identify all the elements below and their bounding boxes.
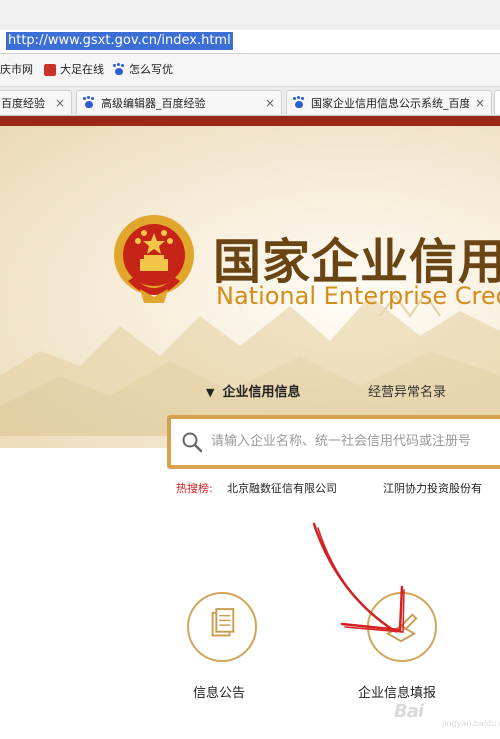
search-box[interactable] [167, 415, 500, 469]
info-notice-button[interactable] [187, 592, 257, 662]
site-title-english: National Enterprise Cred [216, 282, 500, 310]
baidu-paw-icon [293, 96, 305, 109]
hot-search-list: 热搜榜: 北京融数征信有限公司 江阴协力投资股份有 [0, 480, 500, 500]
hot-search-item[interactable]: 北京融数征信有限公司 [227, 480, 337, 496]
bookmark-item[interactable]: 庆市网 [0, 62, 33, 78]
baidu-paw-icon [83, 96, 95, 109]
tab-label: 百度经验 [1, 96, 45, 110]
hot-search-label: 热搜榜: [176, 482, 213, 495]
tab-strip: 百度经验 × 高级编辑器_百度经验 × 国家企业信用信息公示系统_百度 × [0, 87, 500, 116]
bookmark-label: 怎么写优 [129, 63, 173, 76]
search-input[interactable] [209, 425, 500, 457]
browser-tab[interactable]: 百度经验 × [0, 90, 72, 114]
address-bar[interactable]: http://www.gsxt.gov.cn/index.html [0, 30, 500, 54]
search-category-nav: 企业信用信息 经营异常名录 [0, 368, 500, 408]
edit-icon [385, 613, 418, 643]
hot-search-item[interactable]: 江阴协力投资股份有 [383, 480, 482, 496]
browser-tab[interactable] [494, 90, 500, 114]
tab-enterprise-credit-info[interactable]: 企业信用信息 [206, 381, 300, 400]
info-notice-label[interactable]: 信息公告 [193, 682, 245, 701]
url-text[interactable]: http://www.gsxt.gov.cn/index.html [6, 32, 233, 50]
baidu-watermark: Bai jingyan.baidu.com [388, 697, 500, 733]
bookmarks-bar: 庆市网 大足在线 怎么写优 [0, 54, 500, 87]
browser-tab[interactable]: 高级编辑器_百度经验 × [76, 90, 282, 114]
tab-label: 国家企业信用信息公示系统_百度 [311, 96, 469, 110]
close-icon[interactable]: × [55, 96, 65, 110]
close-icon[interactable]: × [475, 96, 485, 110]
tab-label: 高级编辑器_百度经验 [101, 96, 206, 110]
browser-tab[interactable]: 国家企业信用信息公示系统_百度 × [286, 90, 492, 114]
enterprise-info-filing-button[interactable] [367, 592, 437, 662]
site-favicon-icon [44, 64, 56, 76]
national-emblem-icon [114, 215, 194, 303]
document-icon [211, 608, 235, 637]
bookmark-item[interactable]: 怎么写优 [113, 62, 173, 78]
baidu-paw-icon [113, 64, 125, 76]
search-icon [182, 432, 203, 453]
tab-abnormal-operations-list[interactable]: 经营异常名录 [368, 381, 446, 400]
watermark-subtext: jingyan.baidu.com [442, 719, 500, 728]
hero-top-band [0, 116, 500, 126]
browser-top-strip [0, 0, 500, 31]
watermark-text: Bai [394, 701, 424, 722]
bookmark-item[interactable]: 大足在线 [44, 62, 104, 78]
bookmark-label: 庆市网 [0, 63, 33, 76]
close-icon[interactable]: × [265, 96, 275, 110]
bookmark-label: 大足在线 [60, 63, 104, 76]
